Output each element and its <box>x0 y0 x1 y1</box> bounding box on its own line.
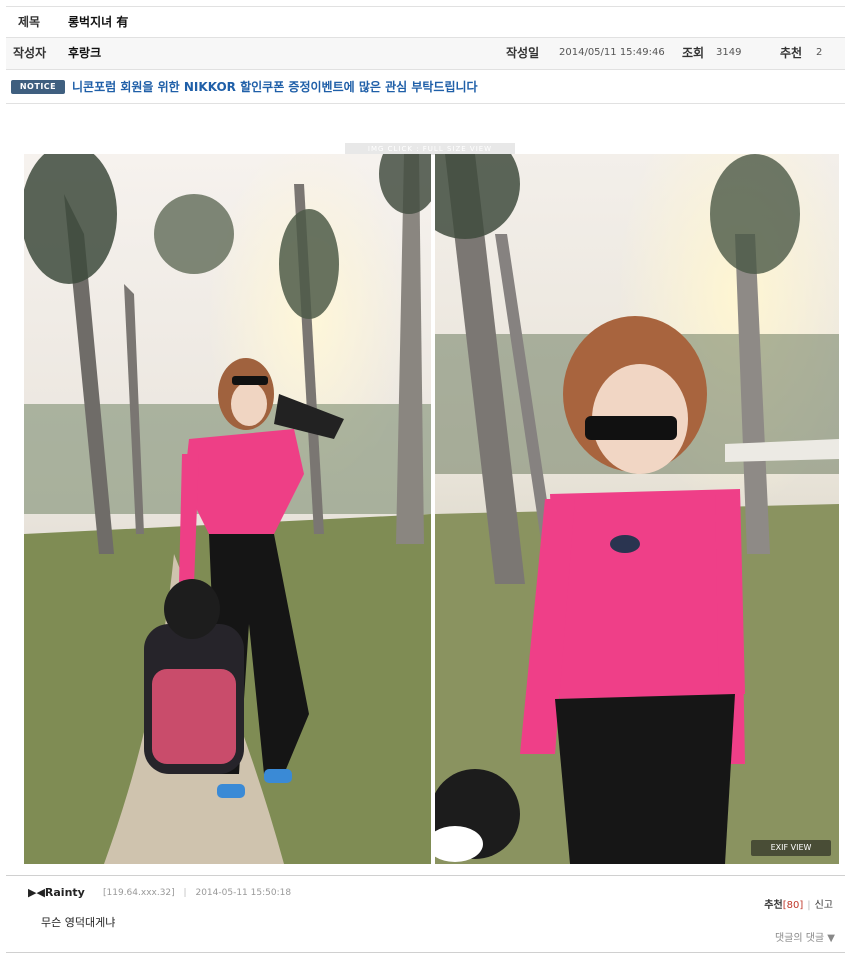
photo-right[interactable]: EXIF VIEW <box>435 154 839 864</box>
photo-left[interactable] <box>24 154 431 864</box>
photo-left-illustration <box>24 154 431 864</box>
comment-report-button[interactable]: 신고 <box>815 900 833 911</box>
views-label: 조회 <box>682 46 705 60</box>
comment-author[interactable]: ▶◀Rainty <box>28 886 85 899</box>
comment-reply-toggle[interactable]: 댓글의 댓글 ▼ <box>775 929 835 944</box>
author-label: 작성자 <box>13 46 47 60</box>
comment-date: 2014-05-11 15:50:18 <box>195 888 292 898</box>
notice-row: NOTICE 니콘포럼 회원을 위한 NIKKOR 할인쿠폰 증정이벤트에 많은… <box>6 70 845 104</box>
title-row: 제목 롱벅지녀 有 <box>6 6 845 38</box>
comment-body: 무슨 영덕대게냐 <box>41 916 116 929</box>
meta-row: 작성자 후랑크 작성일 2014/05/11 15:49:46 조회 3149 … <box>6 38 845 70</box>
photo-right-illustration <box>435 154 839 864</box>
comment-actions-separator: | <box>807 900 811 911</box>
title-label: 제목 <box>18 15 41 29</box>
post-date: 2014/05/11 15:49:46 <box>559 47 665 58</box>
exif-view-button[interactable]: EXIF VIEW <box>751 840 831 856</box>
recommend-label: 추천 <box>780 46 803 60</box>
post-recommend: 2 <box>816 47 823 58</box>
post-author[interactable]: 후랑크 <box>68 38 101 68</box>
comment-item: ▶◀Rainty [119.64.xxx.32] | 2014-05-11 15… <box>6 875 845 953</box>
notice-link[interactable]: 니콘포럼 회원을 위한 NIKKOR 할인쿠폰 증정이벤트에 많은 관심 부탁드… <box>72 70 478 104</box>
comment-recommend-button[interactable]: 추천 <box>764 900 782 911</box>
post-views: 3149 <box>716 47 742 58</box>
date-label: 작성일 <box>506 46 540 60</box>
comment-meta-separator: | <box>183 888 187 898</box>
notice-badge: NOTICE <box>11 80 65 94</box>
comment-recommend-count: [80] <box>782 900 804 911</box>
comment-ip: [119.64.xxx.32] <box>103 888 175 898</box>
post-title: 롱벅지녀 有 <box>68 15 129 29</box>
comment-meta: [119.64.xxx.32] | 2014-05-11 15:50:18 <box>103 888 291 898</box>
comment-actions: 추천[80] | 신고 <box>764 896 833 911</box>
